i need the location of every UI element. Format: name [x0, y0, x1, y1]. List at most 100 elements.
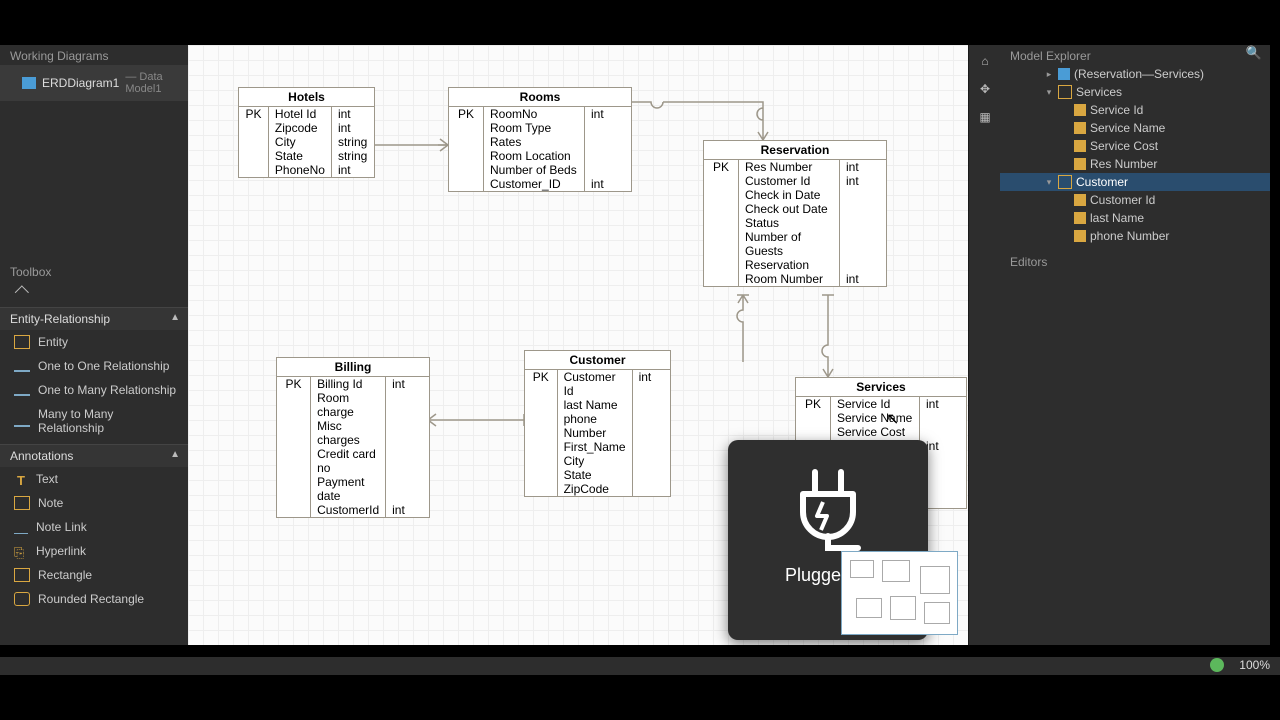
entity-row[interactable]: PhoneNoint — [239, 163, 374, 177]
entity-row[interactable]: Misc charges — [277, 419, 429, 447]
entity-row[interactable]: Customer_IDint — [449, 177, 631, 191]
tool-text[interactable]: TText — [0, 467, 188, 491]
entity-row[interactable]: State — [525, 468, 670, 482]
entity-row[interactable]: Reservation — [704, 258, 886, 272]
entity-row[interactable]: Service Name — [796, 411, 966, 425]
entity-row[interactable]: City — [525, 454, 670, 468]
toolbox-select[interactable] — [0, 281, 188, 303]
pk-cell: PK — [525, 370, 557, 398]
entity-row[interactable]: phone Number — [525, 412, 670, 440]
entity-row[interactable]: PKRes Numberint — [704, 160, 886, 174]
er-section-header[interactable]: Entity-Relationship ▲ — [0, 307, 188, 330]
tree-twisty-icon[interactable]: ▸ — [1044, 69, 1054, 80]
entity-row[interactable]: Number of Guests — [704, 230, 886, 258]
entity-row[interactable]: Service Cost — [796, 425, 966, 439]
entity-row[interactable]: PKRoomNoint — [449, 107, 631, 121]
tool-rectangle[interactable]: Rectangle — [0, 563, 188, 587]
relationship-icon — [14, 394, 30, 396]
column-name: State — [268, 149, 331, 163]
column-name: Misc charges — [311, 419, 386, 447]
entity-row[interactable]: Check in Date — [704, 188, 886, 202]
pk-cell — [449, 149, 484, 163]
entity-row[interactable]: Room Numberint — [704, 272, 886, 286]
annotations-section-header[interactable]: Annotations ▲ — [0, 444, 188, 467]
column-type — [585, 135, 632, 149]
entity-row[interactable]: PKHotel Idint — [239, 107, 374, 121]
search-icon[interactable]: 🔍 — [1246, 45, 1262, 61]
entity-row[interactable]: First_Name — [525, 440, 670, 454]
entity-customer[interactable]: CustomerPKCustomer Idintlast Namephone N… — [524, 350, 671, 497]
zoom-level[interactable]: 100% — [1239, 658, 1270, 672]
tree-node[interactable]: phone Number — [1000, 227, 1270, 245]
entity-title: Customer — [525, 351, 670, 370]
tree-node[interactable]: Service Cost — [1000, 137, 1270, 155]
tree-twisty-icon[interactable]: ▾ — [1044, 177, 1054, 188]
letterbox-bottom — [0, 675, 1280, 720]
entity-row[interactable]: ZipCode — [525, 482, 670, 496]
entity-row[interactable]: Customer Idint — [704, 174, 886, 188]
entity-billing[interactable]: BillingPKBilling IdintRoom chargeMisc ch… — [276, 357, 430, 518]
tool-note[interactable]: Note — [0, 491, 188, 515]
tree-node[interactable]: ▾ Customer — [1000, 173, 1270, 191]
tree-node[interactable]: Service Name — [1000, 119, 1270, 137]
tree-node[interactable]: Service Id — [1000, 101, 1270, 119]
tree-node[interactable]: Customer Id — [1000, 191, 1270, 209]
pk-cell — [704, 258, 739, 272]
entity-rooms[interactable]: RoomsPKRoomNointRoom TypeRatesRoom Locat… — [448, 87, 632, 192]
minimap[interactable] — [841, 551, 958, 635]
tree-node[interactable]: Res Number — [1000, 155, 1270, 173]
model-explorer-header: Model Explorer 🔍 — [1000, 45, 1270, 65]
entity-row[interactable]: Room Type — [449, 121, 631, 135]
tool-entity[interactable]: Entity — [0, 330, 188, 354]
tree-node[interactable]: ▸(Reservation—Services) — [1000, 65, 1270, 83]
entity-row[interactable]: Zipcodeint — [239, 121, 374, 135]
pk-cell — [525, 482, 557, 496]
entity-row[interactable]: CustomerIdint — [277, 503, 429, 517]
column-type — [840, 230, 887, 258]
entity-row[interactable]: Check out Date — [704, 202, 886, 216]
gutter-home-button[interactable]: ⌂ — [973, 49, 997, 73]
diagram-tab-erd1[interactable]: ERDDiagram1 — Data Model1 — [0, 65, 188, 101]
model-tree: ▸(Reservation—Services)▾ServicesService … — [1000, 65, 1270, 245]
pk-cell — [796, 411, 831, 425]
tree-label: Customer — [1076, 175, 1128, 189]
column-type — [840, 188, 887, 202]
tree-twisty-icon[interactable]: ▾ — [1044, 87, 1054, 98]
diagram-canvas[interactable]: HotelsPKHotel IdintZipcodeintCitystringS… — [188, 45, 969, 645]
tree-node[interactable]: last Name — [1000, 209, 1270, 227]
entity-row[interactable]: PKBilling Idint — [277, 377, 429, 391]
diagram-name: ERDDiagram1 — [42, 76, 119, 90]
column-name: Check out Date — [739, 202, 840, 216]
entity-row[interactable]: Payment date — [277, 475, 429, 503]
tool-one-to-one[interactable]: One to One Relationship — [0, 354, 188, 378]
tree-node[interactable]: ▾Services — [1000, 83, 1270, 101]
dia-icon — [1058, 68, 1070, 80]
tool-many-to-many[interactable]: Many to Many Relationship — [0, 402, 188, 440]
entity-row[interactable]: Number of Beds — [449, 163, 631, 177]
pk-cell — [239, 149, 268, 163]
pk-cell — [239, 135, 268, 149]
entity-row[interactable]: Citystring — [239, 135, 374, 149]
entity-icon — [14, 335, 30, 349]
tool-hyperlink[interactable]: ⎘Hyperlink — [0, 539, 188, 563]
entity-row[interactable]: Room Location — [449, 149, 631, 163]
col-icon — [1074, 104, 1086, 116]
entity-reservation[interactable]: Reservation PKRes NumberintCustomer Idint… — [703, 140, 887, 287]
entity-row[interactable]: PKService Idint — [796, 397, 966, 411]
entity-row[interactable]: Statestring — [239, 149, 374, 163]
entity-hotels[interactable]: HotelsPKHotel IdintZipcodeintCitystringS… — [238, 87, 375, 178]
plug-icon — [783, 464, 873, 559]
tool-note-link[interactable]: Note Link — [0, 515, 188, 539]
gutter-grid-button[interactable]: ▦ — [973, 105, 997, 129]
gutter-target-button[interactable]: ✥ — [973, 77, 997, 101]
pk-cell — [449, 163, 484, 177]
entity-row[interactable]: Rates — [449, 135, 631, 149]
entity-row[interactable]: Room charge — [277, 391, 429, 419]
entity-row[interactable]: Status — [704, 216, 886, 230]
tool-rounded-rectangle[interactable]: Rounded Rectangle — [0, 587, 188, 611]
entity-row[interactable]: Credit card no — [277, 447, 429, 475]
tool-one-to-many[interactable]: One to Many Relationship — [0, 378, 188, 402]
entity-row[interactable]: last Name — [525, 398, 670, 412]
entity-row[interactable]: PKCustomer Idint — [525, 370, 670, 398]
column-name: Number of Beds — [484, 163, 585, 177]
